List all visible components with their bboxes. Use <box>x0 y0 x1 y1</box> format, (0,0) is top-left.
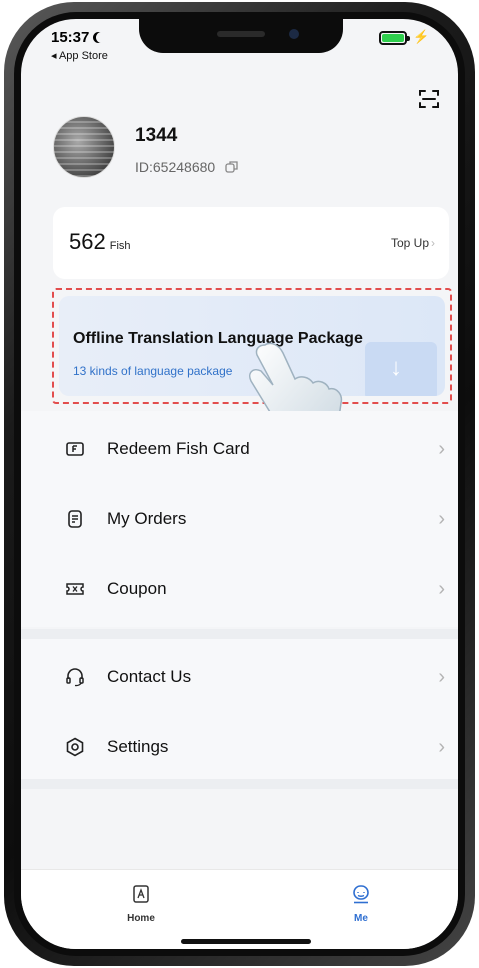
menu-item-coupon[interactable]: Coupon › <box>47 554 455 624</box>
menu-group-1: Redeem Fish Card › My Orders › Coupon › <box>47 414 455 624</box>
notch <box>139 19 343 53</box>
status-time: 15:37 <box>51 29 107 46</box>
chevron-right-icon: › <box>438 666 445 688</box>
moon-icon <box>96 32 107 43</box>
menu-item-my-orders[interactable]: My Orders › <box>47 484 455 554</box>
home-tab-icon <box>133 885 149 903</box>
chevron-right-icon: › <box>438 508 445 530</box>
copy-icon[interactable] <box>225 160 239 174</box>
menu-label: My Orders <box>107 509 187 528</box>
card-icon <box>66 442 84 456</box>
coupon-icon <box>66 583 84 595</box>
scan-icon[interactable] <box>417 87 441 111</box>
menu-item-contact-us[interactable]: Contact Us › <box>47 642 455 712</box>
orders-icon <box>68 510 82 528</box>
chevron-right-icon: › <box>438 438 445 460</box>
tab-bar: Home Me <box>21 869 458 949</box>
me-tab-icon <box>353 885 369 904</box>
menu-item-redeem-fish-card[interactable]: Redeem Fish Card › <box>47 414 455 484</box>
menu-label: Redeem Fish Card <box>107 439 250 458</box>
wallet-card: 562 Fish Top Up › <box>53 207 449 279</box>
back-to-app-store[interactable]: ◂ App Store <box>51 49 108 62</box>
menu-label: Coupon <box>107 579 167 598</box>
user-id: ID:65248680 <box>135 159 239 175</box>
username: 1344 <box>135 125 178 146</box>
top-up-button[interactable]: Top Up › <box>391 236 435 250</box>
chevron-right-icon: › <box>438 578 445 600</box>
settings-icon <box>66 737 84 757</box>
phone-frame: 15:37 ◂ App Store ⚡ 1344 ID:65248680 562… <box>4 2 475 966</box>
fish-balance: 562 Fish <box>69 229 131 254</box>
menu-label: Contact Us <box>107 667 192 686</box>
avatar[interactable] <box>53 116 115 178</box>
tab-me-label: Me <box>354 913 368 924</box>
tab-home-label: Home <box>127 913 155 924</box>
camera <box>289 29 299 39</box>
headset-icon <box>66 668 84 687</box>
phone-bezel: 15:37 ◂ App Store ⚡ 1344 ID:65248680 562… <box>14 12 465 956</box>
menu-group-2: Contact Us › Settings › <box>47 642 455 782</box>
charging-icon: ⚡ <box>413 29 430 44</box>
tab-home[interactable]: Home <box>111 884 171 924</box>
menu-item-settings[interactable]: Settings › <box>47 712 455 782</box>
tab-me[interactable]: Me <box>331 884 391 924</box>
battery-icon <box>379 31 410 45</box>
speaker <box>217 31 265 37</box>
menu-label: Settings <box>107 737 169 756</box>
group-separator <box>21 629 458 639</box>
chevron-right-icon: › <box>438 736 445 758</box>
screen: 15:37 ◂ App Store ⚡ 1344 ID:65248680 562… <box>21 19 458 949</box>
home-indicator[interactable] <box>181 939 311 944</box>
